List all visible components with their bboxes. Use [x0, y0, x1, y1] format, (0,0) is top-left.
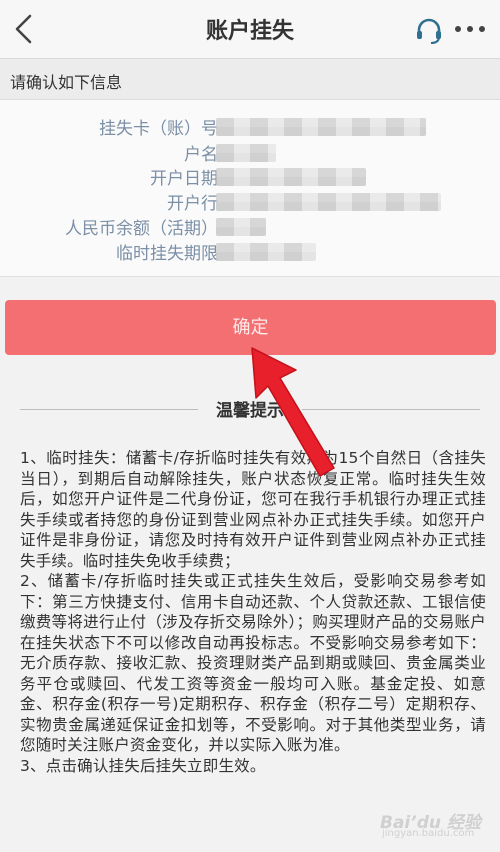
info-label: 挂失卡（账）号	[99, 119, 218, 139]
info-row-temp-loss-period: 临时挂失期限	[0, 239, 500, 265]
info-row-open-date: 开户日期	[0, 164, 500, 190]
tips-paragraph: 3、点击确认挂失后挂失立即生效。	[20, 756, 266, 775]
confirm-info-header: 请确认如下信息	[0, 59, 500, 100]
redacted-value	[216, 144, 276, 162]
tips-content: 1、临时挂失：储蓄卡/存折临时挂失有效期为15个自然日（含挂失当日），到期后自动…	[20, 448, 486, 776]
tips-paragraph: 2、储蓄卡/存折临时挂失或正式挂失生效后，受影响交易参考如下：第三方快捷支付、信…	[20, 572, 486, 754]
info-row-account-name: 户名	[0, 140, 500, 166]
redacted-value	[216, 118, 426, 136]
redacted-value	[216, 218, 266, 236]
info-label: 人民币余额（活期）	[65, 219, 218, 239]
info-row-card-number: 挂失卡（账）号	[0, 114, 500, 140]
info-label: 临时挂失期限	[116, 244, 218, 264]
headset-icon[interactable]	[414, 16, 444, 46]
info-label: 开户日期	[150, 169, 218, 189]
red-arrow-annotation	[251, 347, 335, 477]
info-row-balance: 人民币余额（活期）	[0, 214, 500, 240]
info-row-open-branch: 开户行	[0, 189, 500, 215]
account-info-panel: 挂失卡（账）号 户名 开户日期 开户行 人民币余额（活期） 临时挂失期限	[0, 100, 500, 277]
watermark-url: jingyan.baidu.com	[382, 828, 475, 839]
confirm-info-label: 请确认如下信息	[10, 73, 123, 92]
redacted-value	[216, 243, 316, 261]
top-navigation-bar: 账户挂失	[0, 0, 500, 59]
info-label: 户名	[184, 145, 218, 165]
more-dots-icon[interactable]	[452, 16, 488, 46]
redacted-value	[216, 193, 441, 211]
info-label: 开户行	[167, 194, 218, 214]
redacted-value	[216, 168, 366, 186]
